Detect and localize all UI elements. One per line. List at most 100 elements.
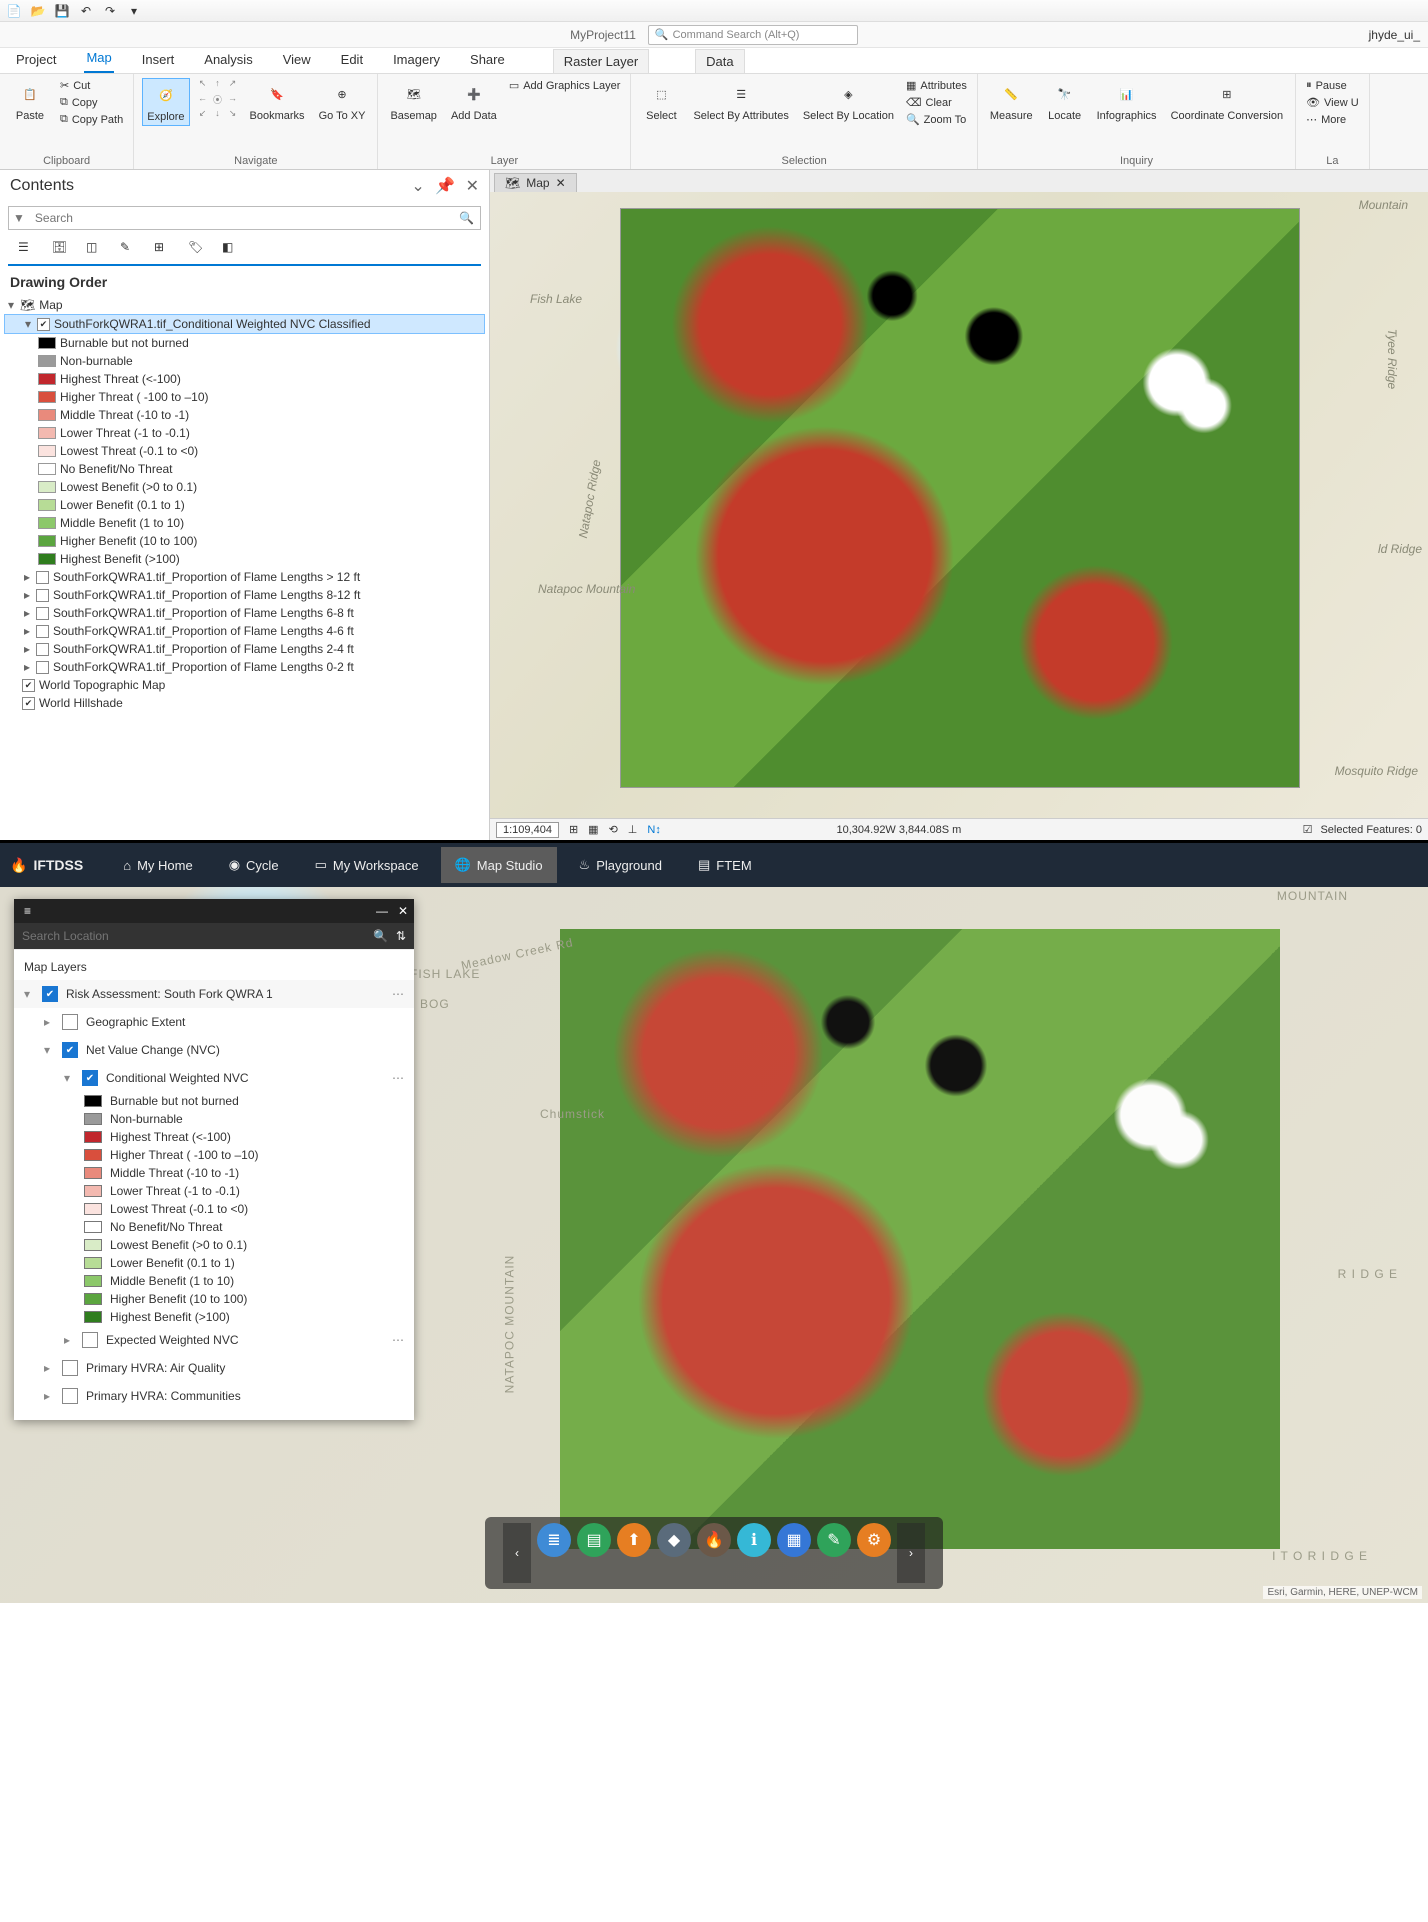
- list-by-snapping-icon[interactable]: ⊞: [154, 240, 174, 260]
- tool-settings[interactable]: ⚙: [857, 1523, 891, 1557]
- legend-item[interactable]: Highest Threat (<-100): [4, 370, 485, 388]
- map-canvas[interactable]: Fish Lake Natapoc Ridge Natapoc Mountain…: [490, 192, 1428, 818]
- qat-dropdown-icon[interactable]: ▾: [126, 3, 142, 19]
- dynamic-icon[interactable]: ⟲: [609, 823, 618, 836]
- chevron-right-icon[interactable]: ▸: [22, 642, 32, 656]
- list-by-perspective-icon[interactable]: ◧: [222, 240, 242, 260]
- corrections-icon[interactable]: N↕: [647, 824, 660, 836]
- bookmarks-button[interactable]: 🔖Bookmarks: [246, 78, 309, 124]
- list-by-editing-icon[interactable]: ✎: [120, 240, 140, 260]
- basemap-checkbox[interactable]: [22, 679, 35, 692]
- toc-layer-row[interactable]: ▸SouthForkQWRA1.tif_Proportion of Flame …: [4, 568, 485, 586]
- coord-conv-button[interactable]: ⊞Coordinate Conversion: [1167, 78, 1288, 124]
- tool-identify[interactable]: ◆: [657, 1523, 691, 1557]
- tool-fire[interactable]: 🔥: [697, 1523, 731, 1557]
- chevron-down-icon[interactable]: ▾: [64, 1071, 74, 1085]
- nav-cycle[interactable]: ◉Cycle: [215, 847, 293, 883]
- ribbon-tab-insert[interactable]: Insert: [140, 48, 177, 73]
- risk-layer-row[interactable]: ▾ Risk Assessment: South Fork QWRA 1 ⋯: [14, 980, 414, 1008]
- legend-item[interactable]: Burnable but not burned: [4, 334, 485, 352]
- toc-map-root[interactable]: ▾🗺Map: [4, 296, 485, 314]
- chevron-right-icon[interactable]: ▸: [22, 660, 32, 674]
- map-tab-close-icon[interactable]: ✕: [556, 176, 566, 190]
- expected-checkbox[interactable]: [82, 1332, 98, 1348]
- legend-item[interactable]: Middle Benefit (1 to 10): [4, 514, 485, 532]
- add-graphics-button[interactable]: ▭ Add Graphics Layer: [507, 78, 623, 93]
- ribbon-tab-project[interactable]: Project: [14, 48, 58, 73]
- toc-layer-row[interactable]: ▸SouthForkQWRA1.tif_Proportion of Flame …: [4, 658, 485, 676]
- tool-base[interactable]: ▤: [577, 1523, 611, 1557]
- nav-playground[interactable]: ♨Playground: [565, 847, 676, 883]
- chevron-right-icon[interactable]: ▸: [44, 1015, 54, 1029]
- nav-my-home[interactable]: ⌂My Home: [109, 848, 206, 883]
- legend-item[interactable]: Middle Threat (-10 to -1): [4, 406, 485, 424]
- hvra-comm-row[interactable]: ▸ Primary HVRA: Communities: [14, 1382, 414, 1410]
- toc-basemap-row[interactable]: World Topographic Map: [4, 676, 485, 694]
- copy-path-button[interactable]: ⧉ Copy Path: [58, 112, 125, 127]
- chevron-right-icon[interactable]: ▸: [64, 1333, 74, 1347]
- select-button[interactable]: ⬚Select: [639, 78, 683, 124]
- nav-arrows[interactable]: ↖↑↗←⦿→↙↓↘: [196, 78, 240, 122]
- contents-search[interactable]: ▼ 🔍: [8, 206, 481, 230]
- hvra-air-checkbox[interactable]: [62, 1360, 78, 1376]
- add-data-button[interactable]: ➕Add Data: [447, 78, 501, 124]
- select-by-attr-button[interactable]: ☰Select By Attributes: [689, 78, 792, 124]
- contents-search-input[interactable]: [29, 211, 453, 225]
- user-name[interactable]: jhyde_ui_: [1369, 28, 1420, 42]
- location-search-input[interactable]: [22, 929, 365, 943]
- cwnvc-row[interactable]: ▾ Conditional Weighted NVC ⋯: [14, 1064, 414, 1092]
- chevron-right-icon[interactable]: ▸: [44, 1361, 54, 1375]
- save-icon[interactable]: 💾: [54, 3, 70, 19]
- nav-map-studio[interactable]: 🌐Map Studio: [441, 847, 557, 883]
- map-tab[interactable]: 🗺Map✕: [494, 173, 577, 192]
- nvc-row[interactable]: ▾ Net Value Change (NVC): [14, 1036, 414, 1064]
- tool-dock-prev[interactable]: ‹: [503, 1523, 531, 1583]
- layer-checkbox[interactable]: [36, 661, 49, 674]
- filter-icon[interactable]: ▼: [9, 211, 29, 225]
- layer-checkbox[interactable]: [36, 607, 49, 620]
- ribbon-ctx-raster-layer[interactable]: Raster Layer: [553, 49, 649, 73]
- list-by-source-icon[interactable]: 🗄: [52, 240, 72, 260]
- basemap-checkbox[interactable]: [22, 697, 35, 710]
- ribbon-tab-analysis[interactable]: Analysis: [202, 48, 254, 73]
- toc-layer-row[interactable]: ▸SouthForkQWRA1.tif_Proportion of Flame …: [4, 640, 485, 658]
- hvra-comm-checkbox[interactable]: [62, 1388, 78, 1404]
- chevron-down-icon[interactable]: ▾: [24, 987, 34, 1001]
- geo-extent-row[interactable]: ▸ Geographic Extent: [14, 1008, 414, 1036]
- measure-button[interactable]: 📏Measure: [986, 78, 1037, 124]
- layer-checkbox[interactable]: [36, 571, 49, 584]
- chevron-right-icon[interactable]: ▸: [22, 624, 32, 638]
- more-icon[interactable]: ⋯: [392, 1333, 404, 1347]
- close-icon[interactable]: ✕: [466, 178, 479, 195]
- zoom-to-button[interactable]: 🔍 Zoom To: [904, 112, 969, 127]
- view-unplaced-button[interactable]: 👁 View U: [1304, 95, 1361, 110]
- open-project-icon[interactable]: 📂: [30, 3, 46, 19]
- more-icon[interactable]: ⋯: [392, 987, 404, 1001]
- ribbon-tab-view[interactable]: View: [281, 48, 313, 73]
- hvra-air-row[interactable]: ▸ Primary HVRA: Air Quality: [14, 1354, 414, 1382]
- paste-button[interactable]: 📋Paste: [8, 78, 52, 124]
- clear-button[interactable]: ⌫ Clear: [904, 95, 969, 110]
- cut-button[interactable]: ✂ Cut: [58, 78, 125, 93]
- panel-header[interactable]: ≡ — ✕: [14, 899, 414, 923]
- copy-button[interactable]: ⧉ Copy: [58, 95, 125, 110]
- toc-layer-row[interactable]: ▸SouthForkQWRA1.tif_Proportion of Flame …: [4, 622, 485, 640]
- layer-checkbox[interactable]: [37, 318, 50, 331]
- toc-active-layer[interactable]: ▾SouthForkQWRA1.tif_Conditional Weighted…: [4, 314, 485, 334]
- expected-row[interactable]: ▸ Expected Weighted NVC ⋯: [14, 1326, 414, 1354]
- close-icon[interactable]: ✕: [398, 904, 408, 918]
- snap-icon[interactable]: ⊞: [569, 823, 578, 836]
- minimize-icon[interactable]: —: [376, 904, 388, 918]
- tool-apps[interactable]: ▦: [777, 1523, 811, 1557]
- locate-button[interactable]: 🔭Locate: [1043, 78, 1087, 124]
- toc-layer-row[interactable]: ▸SouthForkQWRA1.tif_Proportion of Flame …: [4, 604, 485, 622]
- chevron-right-icon[interactable]: ▸: [22, 588, 32, 602]
- filter-icon[interactable]: ⇅: [396, 929, 406, 943]
- list-by-selection-icon[interactable]: ◫: [86, 240, 106, 260]
- ribbon-tab-edit[interactable]: Edit: [339, 48, 365, 73]
- tool-upload[interactable]: ⬆: [617, 1523, 651, 1557]
- toc-basemap-row[interactable]: World Hillshade: [4, 694, 485, 712]
- ribbon-tab-share[interactable]: Share: [468, 48, 507, 73]
- ribbon-tab-imagery[interactable]: Imagery: [391, 48, 442, 73]
- risk-layer-checkbox[interactable]: [42, 986, 58, 1002]
